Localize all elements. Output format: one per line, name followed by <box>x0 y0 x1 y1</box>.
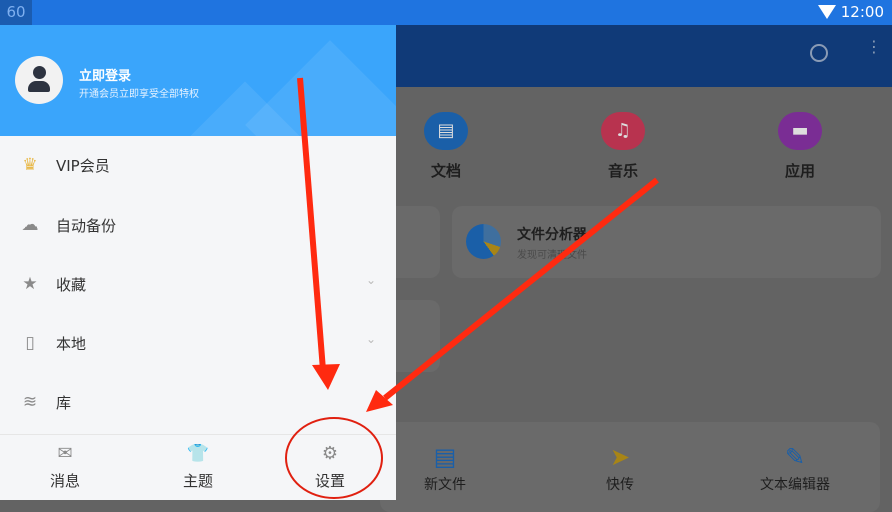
bottom-nav-theme[interactable]: 👕 主题 <box>158 443 238 491</box>
drawer-item-auto-backup[interactable]: ☁ 自动备份 <box>0 196 396 254</box>
text-editor-icon: ✎ <box>784 443 806 471</box>
category-label: 音乐 <box>607 162 638 180</box>
analyzer-subtitle: 发现可清理文件 <box>517 250 587 261</box>
tool-label: 文本编辑器 <box>760 477 830 493</box>
category-music[interactable]: ♫ 音乐 <box>583 112 663 181</box>
item-label: 自动备份 <box>56 217 117 235</box>
category-apps[interactable]: ▬ 应用 <box>760 112 840 181</box>
file-analyzer-card[interactable]: 文件分析器 发现可清理文件 <box>452 206 881 278</box>
cloud-sync-icon: ☁ <box>21 215 39 235</box>
category-documents[interactable]: ▤ 文档 <box>406 112 486 181</box>
wifi-icon <box>818 5 836 19</box>
android-icon: ▬ <box>778 112 822 150</box>
drawer-item-local[interactable]: ▯ 本地 ⌄ <box>0 314 396 372</box>
analyzer-title: 文件分析器 <box>517 227 587 243</box>
tshirt-icon: 👕 <box>186 443 210 464</box>
tool-label: 新文件 <box>424 477 466 493</box>
login-subtitle: 开通会员立即享受全部特权 <box>79 89 199 100</box>
drawer-item-library[interactable]: ≋ 库 <box>0 373 396 431</box>
tool-new-file[interactable]: ▤ 新文件 <box>385 440 505 494</box>
paper-plane-icon: ➤ <box>609 443 631 471</box>
document-icon: ▤ <box>424 112 468 150</box>
drawer-item-favorites[interactable]: ★ 收藏 ⌄ <box>0 255 396 313</box>
new-file-icon: ▤ <box>433 443 457 471</box>
phone-icon: ▯ <box>25 333 35 353</box>
nav-label: 主题 <box>182 472 213 490</box>
login-title[interactable]: 立即登录 <box>79 65 131 84</box>
chevron-down-icon[interactable]: ⌄ <box>366 273 376 287</box>
more-icon[interactable]: ⋮ <box>866 39 882 55</box>
navigation-drawer: 立即登录 开通会员立即享受全部特权 ♛ VIP会员 ☁ 自动备份 ★ 收藏 ⌄ … <box>0 25 396 500</box>
pie-chart-icon <box>466 224 501 259</box>
nav-label: 设置 <box>314 472 345 490</box>
tool-text-editor[interactable]: ✎ 文本编辑器 <box>735 440 855 494</box>
category-label: 文档 <box>430 162 461 180</box>
tool-label: 快传 <box>606 477 634 493</box>
nav-label: 消息 <box>49 472 80 490</box>
item-label: VIP会员 <box>56 157 110 175</box>
app-bar: ⋮ <box>396 25 892 87</box>
category-label: 应用 <box>784 162 815 180</box>
tool-quick-transfer[interactable]: ➤ 快传 <box>560 440 680 494</box>
layers-icon: ≋ <box>22 392 38 412</box>
item-label: 本地 <box>56 335 87 353</box>
star-icon: ★ <box>22 274 38 294</box>
avatar[interactable] <box>15 56 63 104</box>
chevron-down-icon[interactable]: ⌄ <box>366 332 376 346</box>
divider <box>0 434 396 435</box>
crown-icon: ♛ <box>22 155 38 175</box>
drawer-item-vip[interactable]: ♛ VIP会员 <box>0 136 396 194</box>
mail-icon: ✉ <box>57 443 73 464</box>
mountain-decoration <box>245 40 396 136</box>
music-icon: ♫ <box>601 112 645 150</box>
bottom-nav-messages[interactable]: ✉ 消息 <box>25 443 105 491</box>
clock: 12:00 <box>840 3 884 21</box>
bottom-nav-settings[interactable]: ⚙ 设置 <box>290 443 370 491</box>
item-label: 收藏 <box>56 276 87 294</box>
item-label: 库 <box>56 394 72 412</box>
search-icon[interactable] <box>810 44 828 62</box>
status-bar: 60 12:00 <box>0 0 892 25</box>
drawer-header[interactable]: 立即登录 开通会员立即享受全部特权 <box>0 25 396 136</box>
gear-icon: ⚙ <box>321 443 339 464</box>
fps-counter: 60 <box>0 0 32 25</box>
